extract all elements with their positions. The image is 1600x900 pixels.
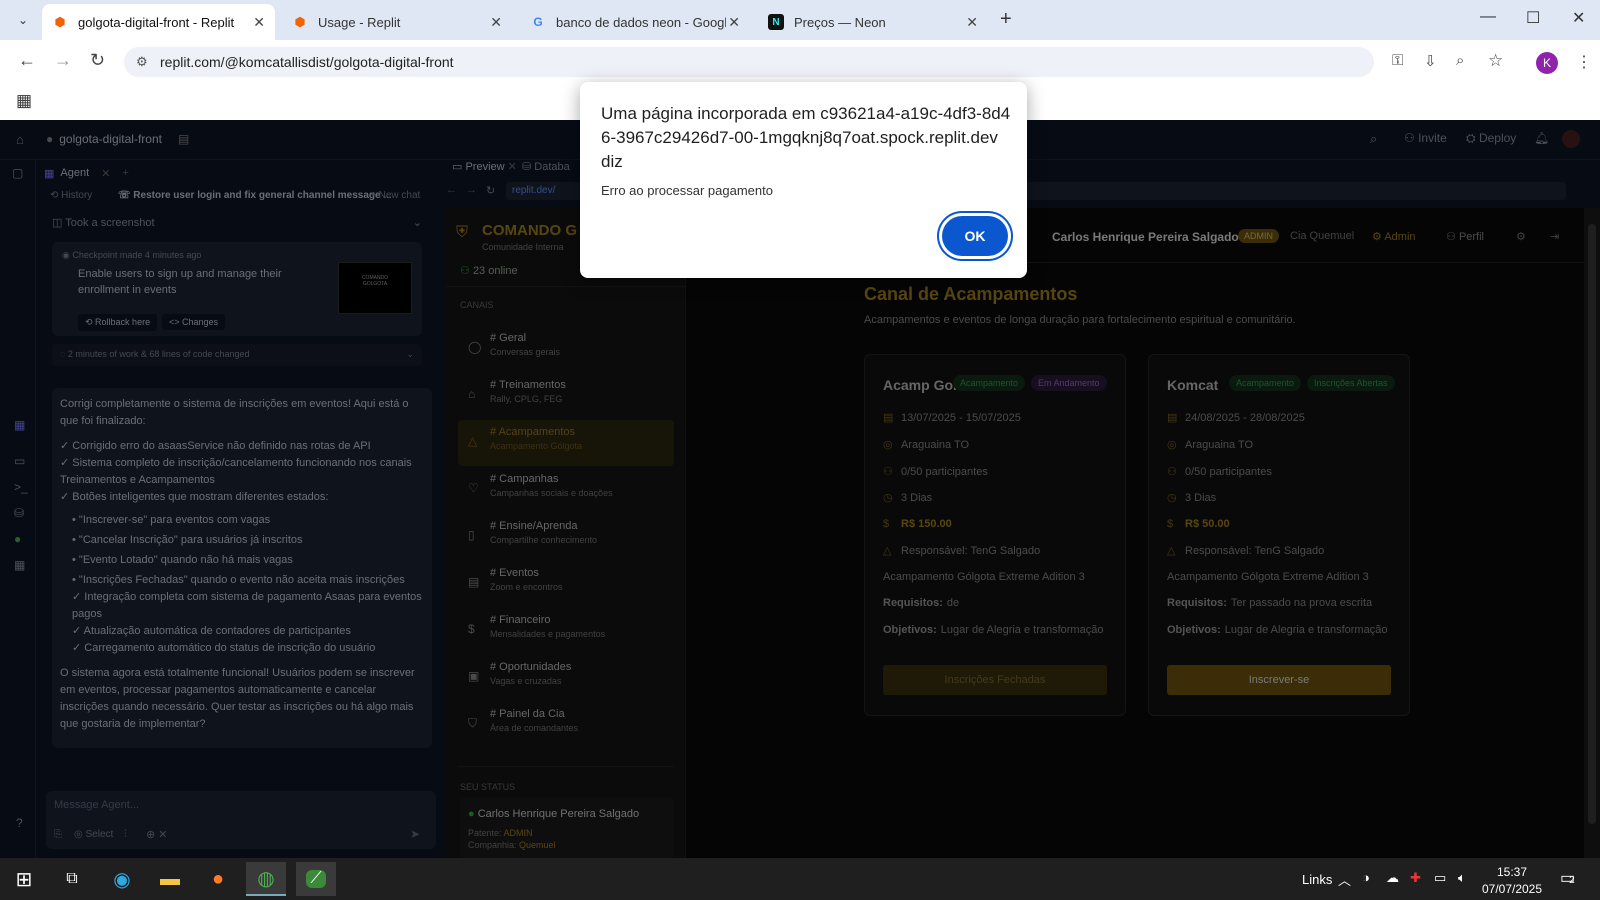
clock-time: 15:37 [1496, 865, 1528, 879]
close-tab-icon[interactable]: ✕ [253, 14, 265, 31]
alert-dialog: Uma página incorporada em c93621a4-a19c-… [580, 82, 1027, 278]
close-tab-icon[interactable]: ✕ [490, 14, 502, 31]
edge-icon[interactable]: ◉ [102, 862, 142, 896]
notifications-icon[interactable]: ▭2 [1560, 868, 1575, 888]
tab-title: golgota-digital-front - Replit [78, 14, 235, 30]
browser-menu-icon[interactable]: ⋮ [1576, 52, 1592, 72]
zoom-icon[interactable]: ⌕ [1456, 52, 1464, 69]
apps-grid-icon[interactable]: ▦ [16, 91, 32, 111]
new-tab-button[interactable]: + [1000, 8, 1012, 31]
ok-button[interactable]: OK [942, 216, 1008, 256]
windows-start-icon[interactable]: ⊞ [4, 862, 44, 896]
forward-icon[interactable]: → [54, 50, 72, 71]
minimize-window-button[interactable]: — [1480, 8, 1496, 26]
close-tab-icon[interactable]: ✕ [728, 14, 740, 31]
install-app-icon[interactable]: ⇩ [1424, 52, 1437, 70]
tab-title: Usage - Replit [318, 14, 401, 30]
replit-favicon-icon: ⬢ [54, 15, 66, 29]
maximize-window-button[interactable]: ☐ [1526, 8, 1540, 28]
browser-tab-bar: ⌄ ⬢ golgota-digital-front - Replit ✕ ⬢ U… [0, 0, 1600, 40]
bookmark-star-icon[interactable]: ☆ [1488, 51, 1503, 71]
volume-icon[interactable]: 🔈︎ [1458, 870, 1466, 886]
security-icon[interactable]: ✚ [1410, 870, 1421, 886]
windows-taskbar [0, 858, 1600, 900]
tab-usage-replit[interactable]: ⬢ Usage - Replit ✕ [282, 4, 512, 40]
tab-title: Preços — Neon [794, 14, 886, 30]
tray-app-icon[interactable]: ◑ [1362, 870, 1370, 885]
password-key-icon[interactable]: ⚿ [1392, 52, 1403, 69]
tab-google-search[interactable]: G banco de dados neon - Google ✕ [520, 4, 750, 40]
task-view-icon[interactable]: ⧉ [52, 862, 92, 896]
notification-count: 2 [1569, 875, 1575, 886]
clock-date: 07/07/2025 [1481, 882, 1543, 896]
firefox-icon[interactable]: ● [198, 862, 238, 896]
network-icon[interactable]: ▭ [1434, 870, 1446, 886]
close-window-button[interactable]: ✕ [1572, 8, 1585, 28]
site-info-icon[interactable]: ⚙ [136, 54, 148, 70]
dialog-title: Uma página incorporada em c93621a4-a19c-… [601, 104, 1011, 171]
reload-icon[interactable]: ↻ [90, 50, 105, 71]
dialog-message: Erro ao processar pagamento [601, 183, 773, 198]
tray-chevron-icon[interactable]: ︿ [1338, 870, 1351, 889]
tab-title: banco de dados neon - Google [556, 14, 726, 30]
url-text: replit.com/@komcatallisdist/golgota-digi… [160, 54, 454, 70]
tab-replit-project[interactable]: ⬢ golgota-digital-front - Replit ✕ [42, 4, 275, 40]
replit-favicon-icon: ⬢ [294, 15, 306, 29]
onedrive-icon[interactable]: ☁ [1386, 870, 1399, 886]
neon-favicon-icon: N [768, 14, 784, 30]
links-toolbar[interactable]: Links [1302, 872, 1332, 887]
address-bar[interactable]: ⚙ replit.com/@komcatallisdist/golgota-di… [124, 47, 1374, 77]
tab-neon-pricing[interactable]: N Preços — Neon ✕ [758, 4, 988, 40]
chrome-icon[interactable]: ◍ [246, 862, 286, 896]
finance-app-icon[interactable]: ⟋ [296, 862, 336, 896]
back-icon[interactable]: ← [18, 50, 36, 71]
clock[interactable]: 15:37 07/07/2025 [1476, 864, 1548, 898]
google-favicon-icon: G [533, 15, 543, 29]
file-explorer-icon[interactable]: ▬ [150, 862, 190, 896]
tab-search-button[interactable]: ⌄ [10, 8, 36, 32]
close-tab-icon[interactable]: ✕ [966, 14, 978, 31]
profile-avatar[interactable]: K [1536, 52, 1558, 74]
